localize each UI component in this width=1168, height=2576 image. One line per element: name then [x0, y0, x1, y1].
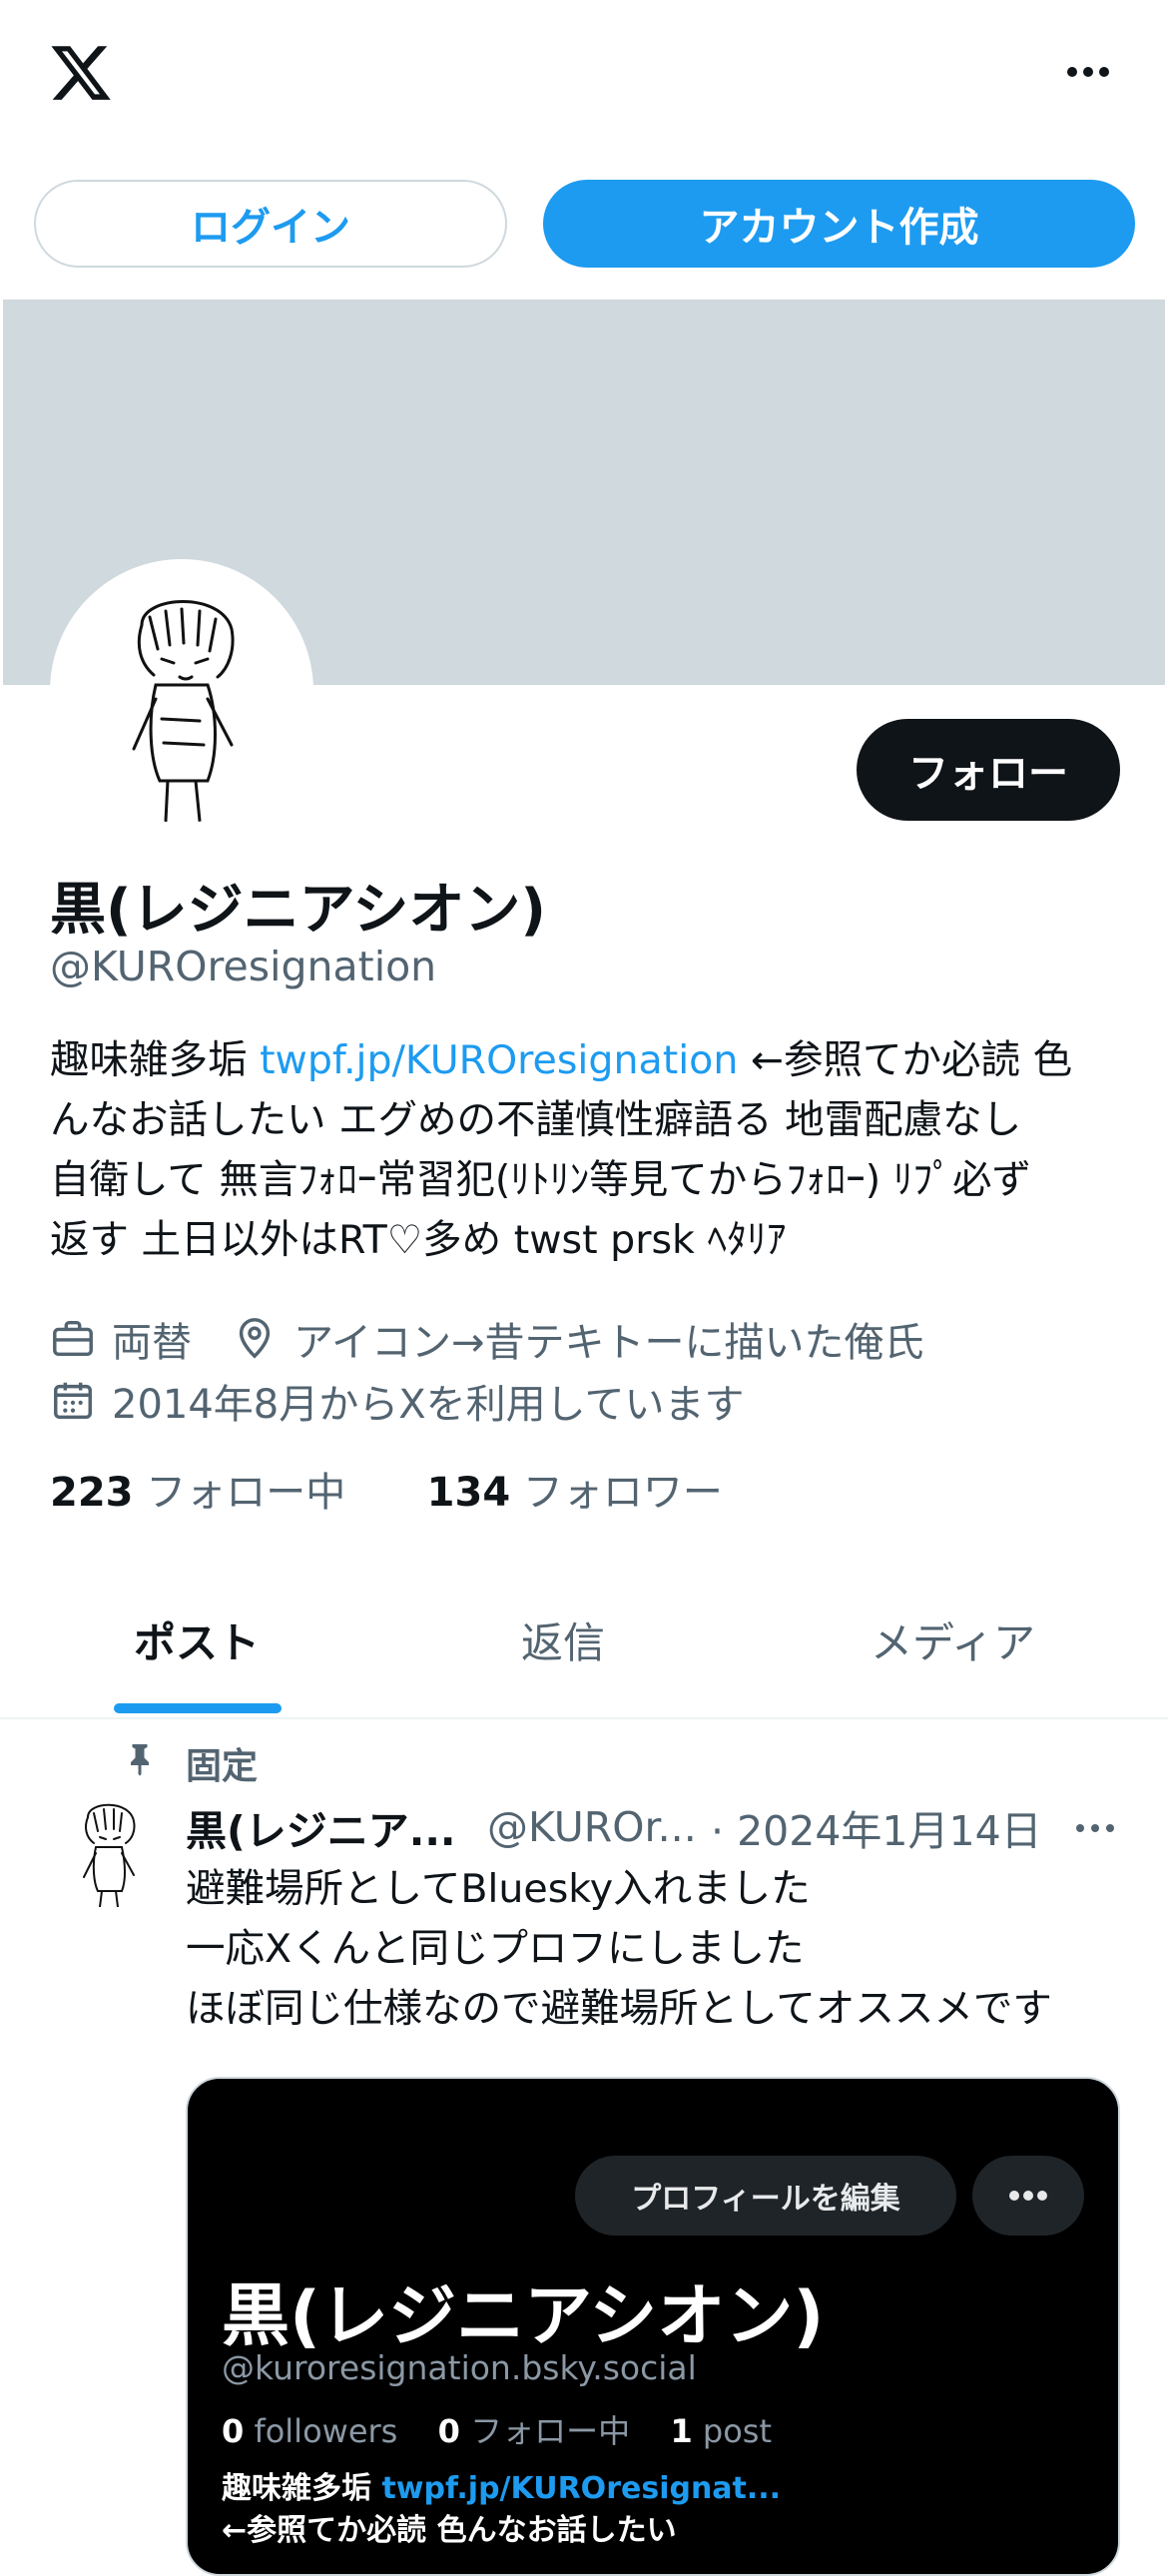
post-handle[interactable]: @KUROr... [487, 1803, 697, 1851]
bio-line: 返す 土日以外はRT♡多め twst prsk ﾍﾀﾘｱ [50, 1217, 787, 1263]
profile-category: 両替 [112, 1320, 192, 1366]
login-button[interactable]: ログイン [34, 180, 507, 268]
briefcase-icon [53, 1320, 93, 1357]
follow-counts: 223 フォロー中 134 フォロワー [50, 1460, 723, 1518]
bio-line: 自衛して 無言ﾌｫﾛｰ常習犯(ﾘﾄﾘﾝ等見てからﾌｫﾛｰ) ﾘﾌﾟ必ず [50, 1157, 1031, 1203]
tab-posts[interactable]: ポスト [134, 1610, 260, 1670]
follow-button[interactable]: フォロー [857, 719, 1120, 821]
post-line: 一応Xくんと同じプロフにしました [186, 1926, 805, 1972]
card-profile-handle: @kuroresignation.bsky.social [222, 2348, 697, 2387]
profile-location: アイコン→昔テキトーに描いた俺氏 [293, 1320, 924, 1366]
pinned-label: 固定 [186, 1746, 259, 1787]
active-tab-indicator [114, 1703, 282, 1713]
avatar-drawing [83, 1803, 136, 1908]
post-date[interactable]: · 2024年1月14日 [711, 1797, 1042, 1857]
x-logo-icon[interactable] [46, 40, 116, 106]
profile-name: 黒(レジニアシオン) [50, 878, 546, 943]
post-text: 避難場所としてBluesky入れました 一応Xくんと同じプロフにしました ほぼ同… [186, 1859, 1052, 2039]
bio-line: んなお話したい エグめの不謹慎性癖語る 地雷配慮なし [50, 1097, 1022, 1143]
post-more-icon[interactable] [1070, 1813, 1120, 1843]
location-pin-icon [239, 1318, 271, 1359]
followers-link[interactable]: 134 フォロワー [427, 1470, 723, 1516]
profile-joined-row: 2014年8月からXを利用しています [50, 1372, 744, 1430]
pin-icon [131, 1744, 149, 1776]
bio-link[interactable]: twpf.jp/KUROresignation [260, 1037, 738, 1083]
card-profile-stats: 0 followers 0 フォロー中 1 post [222, 2412, 773, 2450]
profile-meta-row: 両替 アイコン→昔テキトーに描いた俺氏 [50, 1310, 924, 1368]
profile-bio: 趣味雑多垢 twpf.jp/KUROresignation ←参照てか必読 色 … [50, 1030, 1128, 1270]
following-link[interactable]: 223 フォロー中 [50, 1470, 345, 1516]
profile-avatar[interactable] [50, 559, 313, 823]
post-line: 避難場所としてBluesky入れました [186, 1866, 811, 1912]
post-avatar[interactable] [60, 1795, 160, 1908]
card-profile-bio: 趣味雑多垢 twpf.jp/KUROresignat... ←参照てか必読 色ん… [222, 2471, 782, 2548]
post-line: ほぼ同じ仕様なので避難場所としてオススメです [186, 1986, 1052, 2032]
profile-joined: 2014年8月からXを利用しています [112, 1382, 745, 1428]
calendar-icon [54, 1382, 92, 1420]
tab-media[interactable]: メディア [871, 1610, 1035, 1670]
post-media-card[interactable]: プロフィールを編集 黒(レジニアシオン) @kuroresignation.bs… [186, 2077, 1120, 2576]
card-edit-profile-button: プロフィールを編集 [575, 2156, 956, 2236]
bio-line: 趣味雑多垢 twpf.jp/KUROresignation ←参照てか必読 色 [50, 1037, 1073, 1083]
more-horizontal-icon [1009, 2191, 1047, 2201]
profile-handle: @KUROresignation [50, 943, 437, 990]
more-horizontal-icon[interactable] [1058, 52, 1118, 92]
post-header: 黒(レジニア... @KUROr... · 2024年1月14日 [186, 1797, 1042, 1857]
tab-replies[interactable]: 返信 [521, 1610, 605, 1670]
tabs-divider [0, 1717, 1168, 1719]
card-more-button [972, 2156, 1084, 2236]
card-profile-name: 黒(レジニアシオン) [222, 2277, 825, 2356]
post-author[interactable]: 黒(レジニア... [186, 1797, 461, 1857]
signup-button[interactable]: アカウント作成 [543, 180, 1135, 268]
avatar-drawing [132, 600, 235, 823]
